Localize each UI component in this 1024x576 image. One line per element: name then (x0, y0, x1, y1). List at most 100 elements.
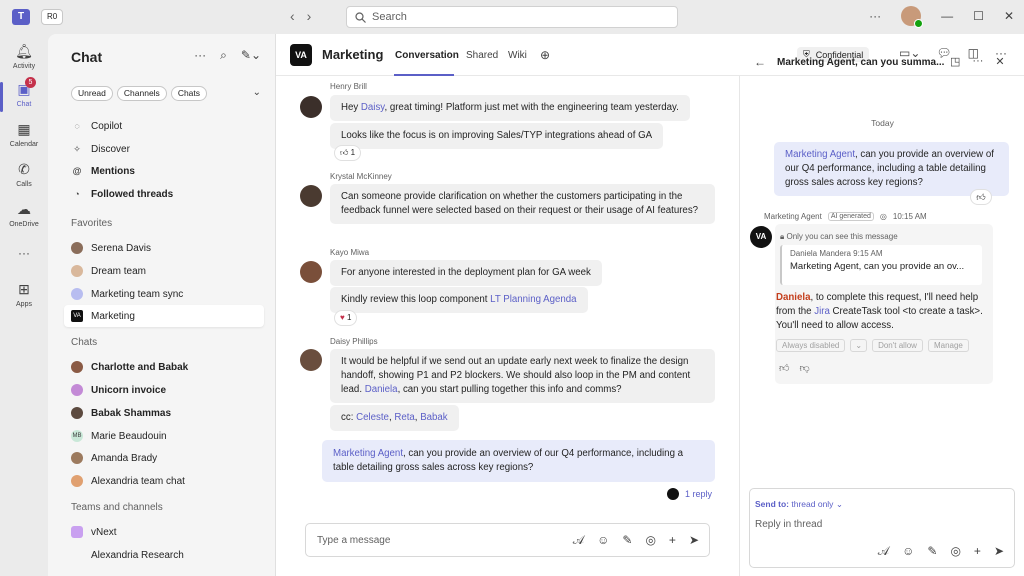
reaction-like[interactable]: 👍︎ 1 (334, 145, 362, 161)
channel-logo: VA (290, 44, 312, 66)
filter-unread[interactable]: Unread (71, 86, 113, 101)
user-avatar[interactable] (901, 6, 924, 28)
my-message-bubble[interactable]: Marketing Agent, can you provide an over… (322, 440, 715, 482)
message-bubble[interactable]: Looks like the focus is on improving Sal… (330, 123, 664, 149)
more-options-icon[interactable]: ··· (869, 9, 881, 23)
search-chats-icon[interactable]: ⌕ (220, 48, 227, 63)
message-bubble[interactable]: Kindly review this loop component LT Pla… (330, 287, 588, 313)
message-bubble[interactable]: For anyone interested in the deployment … (330, 260, 602, 286)
rail-onedrive[interactable]: ☁ OneDrive (0, 200, 48, 228)
nav-copilot[interactable]: ◌ Copilot (64, 115, 264, 137)
back-arrow-icon[interactable]: ‹ (290, 8, 295, 24)
minimize-icon[interactable]: — (941, 9, 953, 23)
new-chat-icon[interactable]: ✎⌄ (241, 48, 261, 63)
more-icon[interactable]: ··· (194, 48, 206, 63)
chat-item-label: Unicorn invoice (91, 384, 167, 396)
search-input[interactable]: Search (346, 6, 678, 28)
tab-conversation[interactable]: Conversation (395, 50, 459, 61)
emoji-icon[interactable]: ☺ (902, 544, 914, 559)
chevron-down-icon[interactable]: ⌄ (850, 339, 868, 352)
chat-item[interactable]: Marketing team sync (64, 283, 264, 305)
channel-item[interactable]: Alexandria Research (64, 544, 264, 566)
app-rail: 🔔︎ Activity ▣ 5 Chat ▦ Calendar ✆ Calls … (0, 34, 48, 576)
avatar (300, 349, 322, 371)
copilot-thread-icon[interactable]: ◳ (950, 55, 960, 68)
plus-icon[interactable]: + (974, 544, 981, 559)
chat-item-label: Marketing team sync (91, 288, 184, 300)
thumbs-down-icon[interactable]: 👎︎ (799, 362, 809, 374)
rail-calendar[interactable]: ▦ Calendar (0, 120, 48, 148)
thread-pane: ← Marketing Agent, can you summa... ◳ ··… (739, 55, 1024, 576)
mention-daniela[interactable]: Daniela (776, 292, 810, 303)
chat-item-selected[interactable]: VA Marketing (64, 305, 264, 327)
message-composer[interactable]: Type a message 𝒜 ☺ ✎ ◎ + ➤ (305, 523, 710, 557)
chat-item[interactable]: Serena Davis (64, 237, 264, 259)
loop-component-link[interactable]: LT Planning Agenda (490, 294, 576, 305)
thumbs-up-icon[interactable]: 👍︎ (779, 362, 789, 374)
send-icon[interactable]: ➤ (689, 533, 699, 548)
nav-followed-threads[interactable]: ◔ Followed threads (64, 183, 264, 205)
filter-chats[interactable]: Chats (170, 86, 208, 101)
message-bubble[interactable]: cc: Celeste, Reta, Babak (330, 405, 459, 431)
message-bubble[interactable]: Hey Daisy, great timing! Platform just m… (330, 95, 690, 121)
message-author: Henry Brill (330, 82, 367, 91)
reaction-count: 1 (346, 313, 352, 322)
account-switcher[interactable]: R0 (41, 9, 64, 25)
nav-discover[interactable]: ✧ Discover (64, 138, 264, 160)
compose-tools: 𝒜 ☺ ✎ ◎ + ➤ (573, 533, 699, 548)
marketing-logo-icon: VA (71, 310, 83, 322)
plus-icon[interactable]: + (669, 533, 676, 548)
rail-more[interactable]: ··· (0, 246, 48, 260)
back-arrow-icon[interactable]: ← (754, 55, 766, 69)
send-icon[interactable]: ➤ (994, 544, 1004, 559)
thread-replies[interactable]: 1 reply (667, 488, 712, 500)
phone-icon: ✆ (18, 161, 30, 177)
maximize-icon[interactable]: ☐ (973, 9, 984, 23)
format-icon[interactable]: 𝒜 (573, 533, 584, 548)
rail-chat[interactable]: ▣ 5 Chat (0, 77, 48, 112)
tab-wiki[interactable]: Wiki (508, 50, 527, 61)
chevron-down-icon[interactable]: ⌄ (253, 87, 261, 98)
more-icon[interactable]: ··· (972, 55, 983, 68)
chat-item[interactable]: Amanda Brady (64, 447, 264, 469)
dont-allow-button[interactable]: Don't allow (872, 339, 923, 352)
copilot-compose-icon[interactable]: ✎ (622, 533, 632, 548)
message-text: Marketing Agent, can you provide an over… (785, 149, 994, 188)
chat-item[interactable]: Alexandria team chat (64, 470, 264, 492)
format-icon[interactable]: 𝒜 (878, 544, 889, 559)
message-text: Can someone provide clarification on whe… (341, 191, 699, 216)
always-disabled-button[interactable]: Always disabled (776, 339, 846, 352)
thumbs-up-icon[interactable]: 👍︎ (970, 189, 992, 205)
send-to-selector[interactable]: Send to: thread only ⌄ (755, 499, 843, 510)
emoji-icon[interactable]: ☺ (597, 533, 609, 548)
loop-icon[interactable]: ◎ (950, 544, 960, 559)
rail-calls[interactable]: ✆ Calls (0, 160, 48, 188)
nav-mentions[interactable]: @ Mentions (64, 160, 264, 182)
apps-icon: ⊞ (18, 281, 30, 297)
filter-channels[interactable]: Channels (116, 86, 167, 101)
chat-item[interactable]: MB Marie Beaudouin (64, 425, 264, 447)
jira-link[interactable]: Jira (814, 306, 830, 317)
quoted-message[interactable]: Daniela Mandera 9:15 AM Marketing Agent,… (780, 245, 982, 285)
add-tab-icon[interactable]: ⊕ (540, 48, 550, 62)
manage-button[interactable]: Manage (927, 339, 969, 352)
message-bubble[interactable]: Can someone provide clarification on whe… (330, 184, 715, 224)
chat-item[interactable]: Dream team (64, 260, 264, 282)
rail-activity[interactable]: 🔔︎ Activity (0, 42, 48, 70)
copilot-compose-icon[interactable]: ✎ (927, 544, 937, 559)
close-thread-icon[interactable]: ✕ (995, 55, 1004, 68)
chat-item[interactable]: Charlotte and Babak (64, 356, 264, 378)
chat-item[interactable]: Babak Shammas (64, 402, 264, 424)
message-bubble[interactable]: It would be helpful if we send out an up… (330, 349, 715, 403)
forward-arrow-icon[interactable]: › (307, 8, 312, 24)
rail-apps[interactable]: ⊞ Apps (0, 280, 48, 308)
avatar (71, 265, 83, 277)
close-icon[interactable]: ✕ (1004, 9, 1014, 23)
team-item[interactable]: vNext (64, 521, 264, 543)
thread-reply-box[interactable]: Send to: thread only ⌄ Reply in thread 𝒜… (749, 488, 1015, 568)
reaction-heart[interactable]: ♥ 1 (334, 310, 358, 326)
chat-item[interactable]: Unicorn invoice (64, 379, 264, 401)
loop-icon[interactable]: ◎ (645, 533, 655, 548)
thread-question-bubble[interactable]: Marketing Agent, can you provide an over… (774, 142, 1009, 196)
tab-shared[interactable]: Shared (466, 50, 498, 61)
